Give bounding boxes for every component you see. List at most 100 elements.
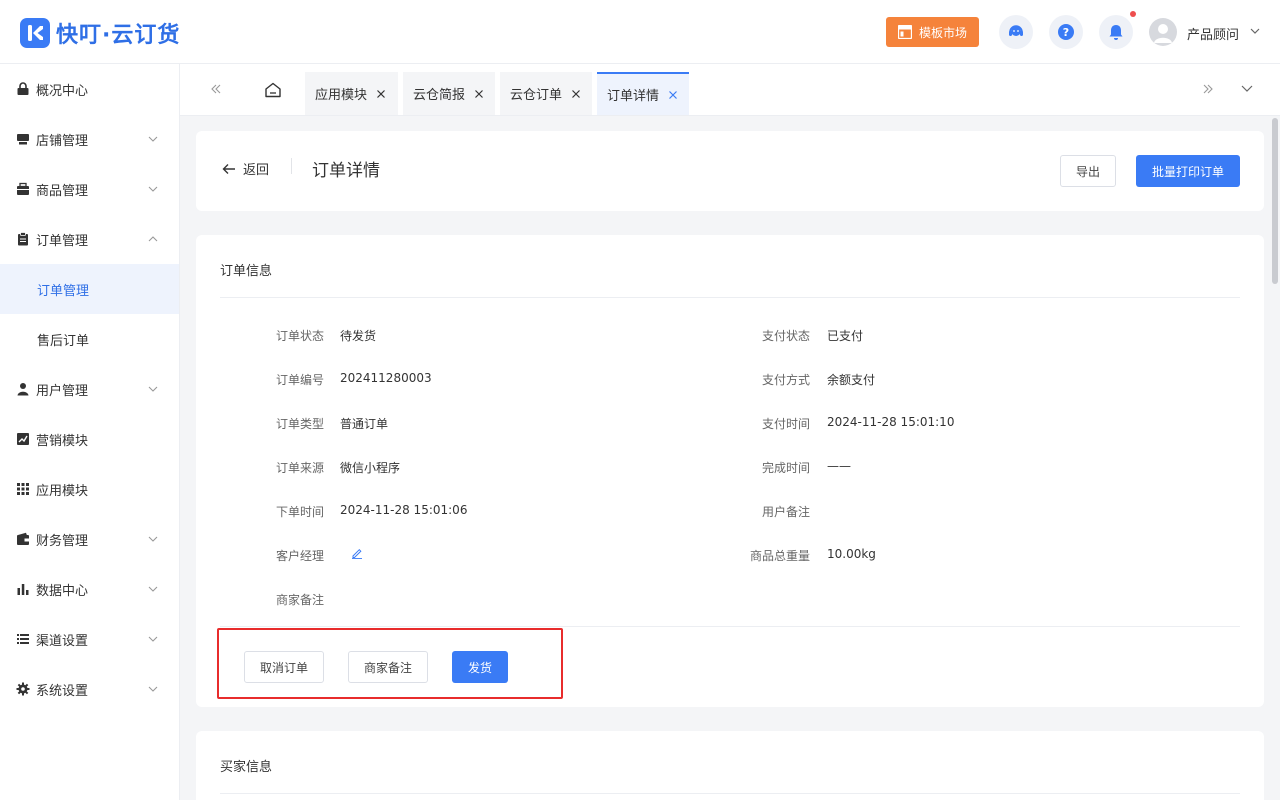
sidebar-item-label: 营销模块 xyxy=(36,434,89,449)
close-icon[interactable] xyxy=(474,89,484,99)
edit-icon[interactable] xyxy=(351,547,363,559)
sidebar-item-overview[interactable]: 概况中心 xyxy=(0,64,179,114)
page-header-card: 返回 订单详情 导出 批量打印订单 xyxy=(196,131,1264,211)
logo-icon xyxy=(20,18,50,48)
export-button[interactable]: 导出 xyxy=(1060,155,1116,187)
bar-chart-icon xyxy=(17,584,29,595)
field-label: 商家备注 xyxy=(275,593,324,607)
app-logo[interactable]: 快叮·云订货 xyxy=(20,17,180,49)
field-label: 支付方式 xyxy=(761,373,810,387)
order-number-value: 202411280003 xyxy=(340,371,432,385)
sidebar-item-data-center[interactable]: 数据中心 xyxy=(0,564,179,614)
back-button[interactable]: 返回 xyxy=(222,159,269,178)
field-label: 订单编号 xyxy=(275,373,324,387)
close-icon[interactable] xyxy=(376,89,386,99)
notification-button[interactable] xyxy=(1099,15,1133,49)
chevron-down-icon xyxy=(148,636,158,642)
template-market-button[interactable]: 模板市场 xyxy=(886,17,979,47)
sidebar-item-label: 财务管理 xyxy=(36,534,89,549)
lock-icon xyxy=(17,82,29,95)
top-header: 快叮·云订货 模板市场 ? 产品顾问 xyxy=(0,0,1280,64)
list-icon xyxy=(17,634,29,644)
sidebar-subitem-order-management[interactable]: 订单管理 xyxy=(0,264,179,314)
divider xyxy=(220,626,1240,627)
tab-order-detail[interactable]: 订单详情 xyxy=(597,72,689,115)
section-title: 买家信息 xyxy=(220,760,273,775)
divider xyxy=(291,158,292,174)
chevron-down-icon xyxy=(148,686,158,692)
tab-cloud-brief[interactable]: 云仓简报 xyxy=(403,72,495,115)
order-status-value: 待发货 xyxy=(340,329,377,343)
tab-cloud-orders[interactable]: 云仓订单 xyxy=(500,72,592,115)
tab-label: 订单详情 xyxy=(607,89,660,104)
page-title: 订单详情 xyxy=(312,161,380,181)
tab-app-module[interactable]: 应用模块 xyxy=(305,72,398,115)
sidebar-item-channel[interactable]: 渠道设置 xyxy=(0,614,179,664)
sidebar-item-label: 订单管理 xyxy=(36,234,89,249)
goods-icon xyxy=(17,182,29,195)
sidebar-item-goods[interactable]: 商品管理 xyxy=(0,164,179,214)
complete-time-value: —— xyxy=(827,459,851,473)
user-avatar-icon xyxy=(1154,24,1172,43)
scrollbar-thumb[interactable] xyxy=(1272,118,1278,284)
sidebar-item-label: 渠道设置 xyxy=(36,634,89,649)
sidebar-item-apps[interactable]: 应用模块 xyxy=(0,464,179,514)
sidebar-item-label: 订单管理 xyxy=(37,284,90,299)
payment-status-value: 已支付 xyxy=(827,329,864,343)
sidebar-item-store[interactable]: 店铺管理 xyxy=(0,114,179,164)
sidebar-item-label: 系统设置 xyxy=(36,684,89,699)
field-label: 下单时间 xyxy=(275,505,324,519)
back-label: 返回 xyxy=(243,163,270,178)
chevron-down-icon xyxy=(148,136,158,142)
chevron-down-icon[interactable] xyxy=(1241,84,1253,94)
field-label: 客户经理 xyxy=(275,549,324,563)
arrow-left-icon xyxy=(222,163,235,174)
sidebar-subitem-after-sale[interactable]: 售后订单 xyxy=(0,314,179,364)
chevron-down-icon[interactable] xyxy=(1250,26,1260,36)
sidebar-item-label: 商品管理 xyxy=(36,184,89,199)
field-label: 订单来源 xyxy=(275,461,324,475)
user-icon xyxy=(17,383,29,396)
avatar[interactable] xyxy=(1149,18,1177,46)
template-market-label: 模板市场 xyxy=(918,25,967,40)
tab-label: 应用模块 xyxy=(315,88,368,103)
batch-print-button[interactable]: 批量打印订单 xyxy=(1136,155,1240,187)
template-icon xyxy=(897,25,912,39)
sidebar-item-label: 概况中心 xyxy=(36,84,89,99)
chevron-up-icon xyxy=(148,236,158,242)
grid-icon xyxy=(17,483,29,495)
home-icon[interactable] xyxy=(264,82,282,98)
sidebar-item-orders[interactable]: 订单管理 xyxy=(0,214,179,264)
sidebar-item-system[interactable]: 系统设置 xyxy=(0,664,179,714)
tab-bar: 应用模块 云仓简报 云仓订单 订单详情 xyxy=(180,64,1280,116)
sidebar-item-label: 售后订单 xyxy=(37,334,90,349)
notification-dot xyxy=(1130,11,1136,17)
customer-service-button[interactable] xyxy=(999,15,1033,49)
sidebar-item-users[interactable]: 用户管理 xyxy=(0,364,179,414)
app-name: 快叮·云订货 xyxy=(56,23,181,48)
help-button[interactable]: ? xyxy=(1049,15,1083,49)
gear-icon xyxy=(16,682,30,696)
chevron-down-icon xyxy=(148,586,158,592)
field-label: 订单类型 xyxy=(275,417,324,431)
buyer-info-card: 买家信息 xyxy=(196,731,1264,800)
payment-method-value: 余额支付 xyxy=(827,373,876,387)
sidebar-item-label: 应用模块 xyxy=(36,484,89,499)
batch-print-label: 批量打印订单 xyxy=(1151,164,1224,179)
highlight-box xyxy=(217,628,563,699)
field-label: 订单状态 xyxy=(275,329,324,343)
sidebar: 概况中心 店铺管理 商品管理 订单管理 订单管理 售后订单 用户管理 营销模块 … xyxy=(0,64,180,800)
double-chevron-right-icon[interactable] xyxy=(1201,82,1215,96)
order-type-value: 普通订单 xyxy=(340,417,389,431)
close-icon[interactable] xyxy=(668,90,678,100)
field-label: 完成时间 xyxy=(761,461,810,475)
double-chevron-left-icon[interactable] xyxy=(209,82,223,96)
sidebar-item-finance[interactable]: 财务管理 xyxy=(0,514,179,564)
payment-time-value: 2024-11-28 15:01:10 xyxy=(827,415,955,429)
sidebar-item-marketing[interactable]: 营销模块 xyxy=(0,414,179,464)
user-name[interactable]: 产品顾问 xyxy=(1187,24,1239,43)
close-icon[interactable] xyxy=(571,89,581,99)
sidebar-item-label: 用户管理 xyxy=(36,384,89,399)
chevron-down-icon xyxy=(148,386,158,392)
sidebar-item-label: 店铺管理 xyxy=(36,134,89,149)
